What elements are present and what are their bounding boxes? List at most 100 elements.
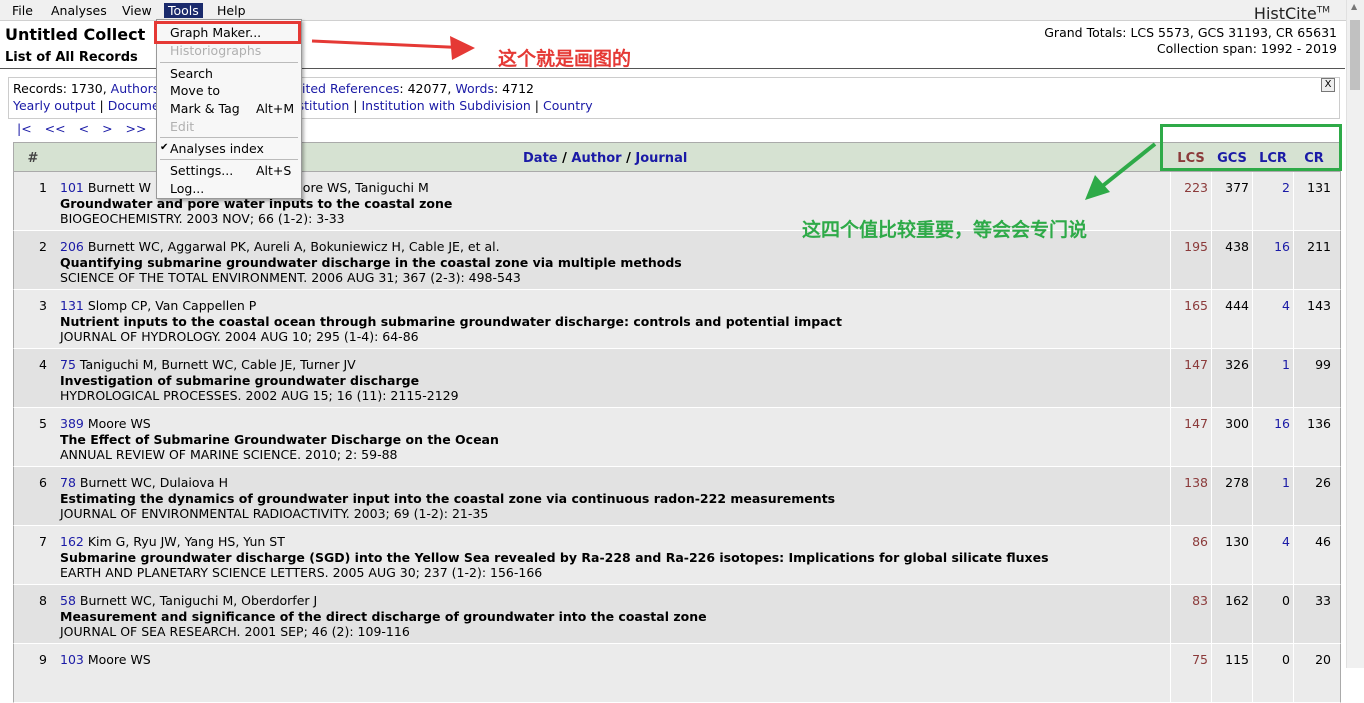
lcr-value[interactable]: 4 <box>1282 298 1290 313</box>
table-row: 6 78 Burnett WC, Dulaiova H Estimating the… <box>13 467 1341 526</box>
lcs-value[interactable]: 86 <box>1192 534 1208 549</box>
institution-subdivision-link[interactable]: Institution with Subdivision <box>361 98 530 113</box>
annotation-red-text: 这个就是画图的 <box>498 48 632 70</box>
cr-cell: 136 <box>1293 408 1335 466</box>
gcs-value: 162 <box>1225 593 1249 608</box>
grand-totals: Grand Totals: LCS 5573, GCS 31193, CR 65… <box>1044 25 1337 57</box>
gcs-cell: 300 <box>1211 408 1253 466</box>
lcr-value[interactable]: 1 <box>1282 357 1290 372</box>
gcs-value: 326 <box>1225 357 1249 372</box>
table-row: 5 389 Moore WS The Effect of Submarine Gro… <box>13 408 1341 467</box>
scroll-thumb[interactable] <box>1350 20 1360 90</box>
first-page-button[interactable]: |< <box>17 121 32 136</box>
record-source: JOURNAL OF HYDROLOGY. 2004 AUG 10; 295 (… <box>60 329 419 344</box>
gcs-cell: 278 <box>1211 467 1253 525</box>
lcs-value[interactable]: 147 <box>1184 416 1208 431</box>
record-id-link[interactable]: 389 <box>60 416 84 431</box>
record-body: 162 Kim G, Ryu JW, Yang HS, Yun ST Submar… <box>60 534 1165 581</box>
lcs-cell: 195 <box>1170 231 1212 289</box>
lcs-value[interactable]: 138 <box>1184 475 1208 490</box>
lcs-cell: 138 <box>1170 467 1212 525</box>
record-authors: Burnett W <box>87 180 152 195</box>
close-panel-button[interactable]: X <box>1321 78 1335 92</box>
next-many-button[interactable]: >> <box>126 121 147 136</box>
menu-view[interactable]: View <box>118 3 156 18</box>
record-title: Submarine groundwater discharge (SGD) in… <box>60 549 1049 565</box>
menu-item-settings[interactable]: Settings... Alt+S <box>170 163 300 178</box>
record-id-link[interactable]: 206 <box>60 239 84 254</box>
lcr-value[interactable]: 0 <box>1282 652 1290 667</box>
cited-references-link[interactable]: Cited References <box>293 81 399 96</box>
record-id-link[interactable]: 131 <box>60 298 84 313</box>
gcs-value: 278 <box>1225 475 1249 490</box>
lcr-value[interactable]: 16 <box>1274 239 1290 254</box>
lcr-cell: 4 <box>1252 526 1294 584</box>
menu-item-move-to[interactable]: Move to <box>170 83 220 98</box>
record-id-link[interactable]: 162 <box>60 534 84 549</box>
lcs-value[interactable]: 223 <box>1184 180 1208 195</box>
document-link[interactable]: Docume <box>108 98 160 113</box>
record-body: 389 Moore WS The Effect of Submarine Grou… <box>60 416 1165 463</box>
table-row: 9 103 Moore WS 75 115 0 20 <box>13 644 1341 703</box>
authors-link[interactable]: Authors <box>111 81 160 96</box>
record-body: 131 Slomp CP, Van Cappellen P Nutrient in… <box>60 298 1165 345</box>
lcr-value[interactable]: 2 <box>1282 180 1290 195</box>
words-link[interactable]: Words <box>455 81 494 96</box>
lcs-value[interactable]: 83 <box>1192 593 1208 608</box>
col-number-header: # <box>27 151 39 166</box>
prev-many-button[interactable]: << <box>45 121 66 136</box>
row-number: 3 <box>39 298 47 313</box>
settings-shortcut: Alt+S <box>256 163 292 178</box>
lcr-cell: 1 <box>1252 467 1294 525</box>
record-authors: Moore WS <box>87 652 151 667</box>
menu-item-analyses-index[interactable]: Analyses index <box>170 141 264 156</box>
gcs-value: 438 <box>1225 239 1249 254</box>
table-row: 7 162 Kim G, Ryu JW, Yang HS, Yun ST Subma… <box>13 526 1341 585</box>
lcs-value[interactable]: 75 <box>1192 652 1208 667</box>
record-id-link[interactable]: 101 <box>60 180 84 195</box>
menu-analyses[interactable]: Analyses <box>47 3 111 18</box>
prev-page-button[interactable]: < <box>79 121 89 136</box>
lcr-cell: 16 <box>1252 408 1294 466</box>
record-source: JOURNAL OF SEA RESEARCH. 2001 SEP; 46 (2… <box>60 624 410 639</box>
next-page-button[interactable]: > <box>102 121 112 136</box>
cited-references-count: : 42077, <box>399 81 456 96</box>
gcs-cell: 438 <box>1211 231 1253 289</box>
gcs-value: 444 <box>1225 298 1249 313</box>
record-id-link[interactable]: 78 <box>60 475 76 490</box>
lcr-value[interactable]: 0 <box>1282 593 1290 608</box>
annotation-red-box <box>154 21 301 44</box>
menu-item-log[interactable]: Log... <box>170 181 204 196</box>
vertical-scrollbar[interactable]: ▲ <box>1346 0 1364 668</box>
sort-journal-link[interactable]: Journal <box>635 151 687 166</box>
cr-cell: 143 <box>1293 290 1335 348</box>
record-id-link[interactable]: 103 <box>60 652 84 667</box>
lcr-value[interactable]: 4 <box>1282 534 1290 549</box>
record-authors: Burnett WC, Aggarwal PK, Aureli A, Bokun… <box>87 239 500 254</box>
menu-item-mark-tag[interactable]: Mark & Tag Alt+M <box>170 101 300 116</box>
lcs-value[interactable]: 147 <box>1184 357 1208 372</box>
sort-header-group: Date / Author / Journal <box>523 151 687 166</box>
lcr-value[interactable]: 16 <box>1274 416 1290 431</box>
record-id-link[interactable]: 75 <box>60 357 76 372</box>
country-link[interactable]: Country <box>543 98 593 113</box>
record-title: Investigation of submarine groundwater d… <box>60 372 420 388</box>
record-title: Nutrient inputs to the coastal ocean thr… <box>60 313 843 329</box>
institution-link[interactable]: stitution <box>298 98 350 113</box>
menu-tools[interactable]: Tools <box>164 3 203 18</box>
sort-date-link[interactable]: Date <box>523 151 558 166</box>
menu-file[interactable]: File <box>8 3 37 18</box>
yearly-output-link[interactable]: Yearly output <box>13 98 96 113</box>
lcs-value[interactable]: 165 <box>1184 298 1208 313</box>
record-id-link[interactable]: 58 <box>60 593 76 608</box>
menu-help[interactable]: Help <box>213 3 250 18</box>
cr-value: 143 <box>1307 298 1331 313</box>
lcs-value[interactable]: 195 <box>1184 239 1208 254</box>
menu-item-search[interactable]: Search <box>170 66 213 81</box>
sort-author-link[interactable]: Author <box>571 151 621 166</box>
record-authors-line: 103 Moore WS <box>60 652 1165 668</box>
record-source: HYDROLOGICAL PROCESSES. 2002 AUG 15; 16 … <box>60 388 459 403</box>
scroll-up-icon[interactable]: ▲ <box>1351 2 1357 11</box>
menu-separator <box>160 137 298 138</box>
lcr-value[interactable]: 1 <box>1282 475 1290 490</box>
